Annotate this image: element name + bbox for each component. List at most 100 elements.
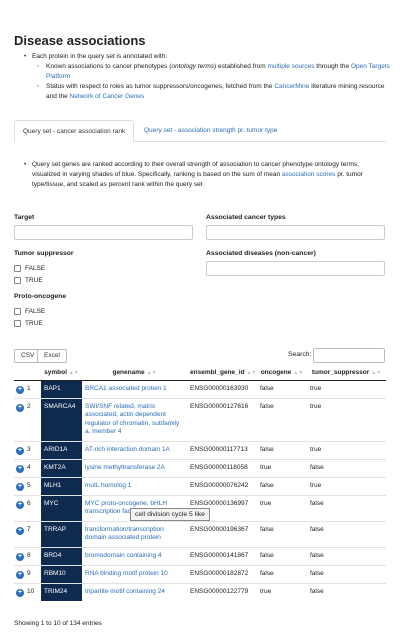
association-scores-link[interactable]: association scores [282,171,335,178]
table-row: +4 KMT2A lysine methyltransferase 2A ENSG00… [14,458,386,477]
genename-link[interactable]: bromodomain containing 4 [82,546,187,565]
tab-cancer-association-rank[interactable]: Query set - cancer association rank [14,120,135,142]
proto-oncogene-false-option[interactable]: FALSE [14,308,45,315]
expand-row-icon[interactable]: + [16,588,24,597]
expand-row-icon[interactable]: + [16,500,24,509]
genename-link[interactable]: lysine methyltransferase 2A [82,458,187,477]
row-index-cell: +2 [14,397,41,441]
checkbox[interactable] [14,320,21,327]
checkbox[interactable] [14,308,21,315]
oncogene-cell: false [257,476,307,495]
genename-link[interactable]: RNA binding motif protein 10 [82,564,187,583]
target-label: Target [14,214,35,221]
oncogene-cell: false [257,520,307,547]
ensembl-cell: ENSG00000118058 [187,458,257,477]
multiple-sources-link[interactable]: multiple sources [268,63,315,70]
tab-association-strength[interactable]: Query set - association strength pr. tum… [136,120,285,142]
tumor-suppressor-cell: false [307,546,386,565]
tab-bar: Query set - cancer association rank Quer… [14,120,386,142]
genename-link[interactable]: AT-rich interaction domain 1A [82,440,187,459]
ensembl-cell: ENSG00000141867 [187,546,257,565]
tumor-suppressor-label: Tumor suppressor [14,250,74,257]
sort-icon: ▲▼ [293,370,304,377]
tumor-suppressor-cell: true [307,440,386,459]
expand-row-icon[interactable]: + [16,385,24,394]
oncogene-cell: true [257,458,307,477]
ensembl-cell: ENSG00000117713 [187,440,257,459]
genename-link[interactable]: SWI/SNF related, matrix associated, acti… [82,397,187,441]
search-input[interactable] [313,348,385,363]
expand-row-icon[interactable]: + [16,570,24,579]
diseases-filter-input[interactable] [206,261,385,276]
table-row: +10 TRIM24 tripartite motif containing 24 E… [14,582,386,601]
ensembl-cell: ENSG00000196367 [187,520,257,547]
ranking-description: Query set genes are ranked according to … [24,160,384,190]
excel-button[interactable]: Excel [37,349,67,363]
sort-icon: ▲▼ [371,370,382,377]
genename-link[interactable]: mutL homolog 1 [82,476,187,495]
table-row: +2 SMARCA4 SWI/SNF related, matrix associa… [14,397,386,441]
sort-icon: ▲▼ [68,370,79,377]
checkbox[interactable] [14,265,21,272]
ensembl-cell: ENSG00000182872 [187,564,257,583]
tumor-suppressor-cell: false [307,494,386,521]
tumor-suppressor-cell: true [307,379,386,398]
genename-tooltip: cell division cycle 5 like [130,508,210,521]
intro-sub-item-1: Known associations to cancer phenotypes … [24,62,390,82]
symbol-cell: MLH1 [41,476,82,495]
symbol-cell: TRRAP [41,520,82,547]
expand-row-icon[interactable]: + [16,403,24,412]
tumor-suppressor-false-option[interactable]: FALSE [14,265,45,272]
column-header-oncogene[interactable]: oncogene ▲▼ [257,366,307,381]
network-of-cancer-genes-link[interactable]: Network of Cancer Genes [70,93,145,100]
symbol-cell: KMT2A [41,458,82,477]
column-header-tumor-suppressor[interactable]: tumor_suppressor ▲▼ [307,366,386,381]
ensembl-cell: ENSG00000127616 [187,397,257,441]
gene-table: symbol ▲▼ genename ▲▼ ensembl_gene_id ▲▼ on… [14,366,386,601]
expand-row-icon[interactable]: + [16,526,24,535]
symbol-cell: ARID1A [41,440,82,459]
diseases-label: Associated diseases (non-cancer) [206,250,316,257]
tumor-suppressor-cell: false [307,582,386,601]
row-index-cell: +1 [14,379,41,398]
expand-row-icon[interactable]: + [16,552,24,561]
oncogene-cell: false [257,397,307,441]
table-row: +1 BAP1 BRCA1 associated protein 1 ENSG0000… [14,379,386,398]
sort-icon: ▲▼ [246,370,257,377]
intro-bullet: Each protein in the query set is annotat… [24,52,390,62]
expand-row-icon[interactable]: + [16,482,24,491]
cancermine-link[interactable]: CancerMine [274,83,309,90]
oncogene-cell: false [257,440,307,459]
column-header-symbol[interactable]: symbol ▲▼ [41,366,82,381]
ensembl-cell: ENSG00000076242 [187,476,257,495]
expand-row-icon[interactable]: + [16,464,24,473]
table-row: +7 TRRAP transformation/transcription doma… [14,520,386,547]
symbol-cell: TRIM24 [41,582,82,601]
row-index-cell: +6 [14,494,41,521]
column-header-ensembl[interactable]: ensembl_gene_id ▲▼ [187,366,257,381]
row-index-cell: +5 [14,476,41,495]
row-index-cell: +10 [14,582,41,601]
cancer-types-filter-input[interactable] [206,225,385,240]
proto-oncogene-true-option[interactable]: TRUE [14,320,43,327]
row-index-cell: +3 [14,440,41,459]
search-label: Search: [288,351,312,358]
table-info: Showing 1 to 10 of 134 entries [14,620,102,627]
genename-link[interactable]: tripartite motif containing 24 [82,582,187,601]
row-index-cell: +9 [14,564,41,583]
table-row: +5 MLH1 mutL homolog 1 ENSG00000076242 false… [14,476,386,495]
expand-row-icon[interactable]: + [16,446,24,455]
sort-icon: ▲▼ [146,370,157,377]
checkbox[interactable] [14,277,21,284]
table-row: +3 ARID1A AT-rich interaction domain 1A ENS… [14,440,386,459]
tumor-suppressor-cell: false [307,520,386,547]
tumor-suppressor-true-option[interactable]: TRUE [14,277,43,284]
target-filter-input[interactable] [14,225,193,240]
genename-link[interactable]: transformation/transcription domain asso… [82,520,187,547]
column-header-genename[interactable]: genename ▲▼ [82,366,187,381]
genename-link[interactable]: BRCA1 associated protein 1 [82,379,187,398]
symbol-cell: RBM10 [41,564,82,583]
row-index-cell: +8 [14,546,41,565]
oncogene-cell: true [257,582,307,601]
tumor-suppressor-cell: false [307,564,386,583]
